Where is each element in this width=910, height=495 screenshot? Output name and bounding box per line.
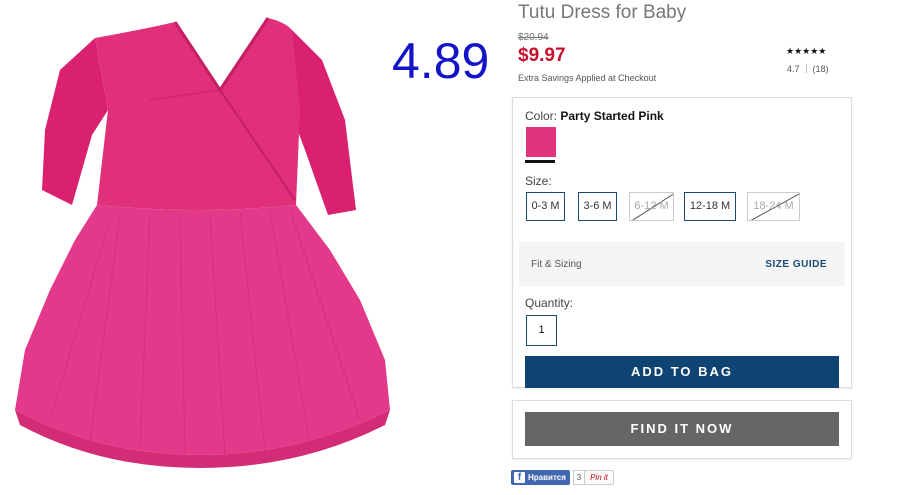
- size-option-3-6m[interactable]: 3-6 M: [578, 192, 617, 221]
- size-option-18-24m: 18-24 M: [747, 192, 800, 221]
- savings-note: Extra Savings Applied at Checkout: [518, 73, 657, 83]
- sale-price: $9.97: [518, 45, 566, 66]
- size-label: Size:: [525, 174, 552, 188]
- rating-summary[interactable]: 4.7 (18): [787, 64, 829, 74]
- size-option-6-12m: 6-12 M: [629, 192, 674, 221]
- rating-value: 4.7: [787, 64, 800, 74]
- purchase-options-panel: Color: Party Started Pink Size: 0-3 M 3-…: [512, 97, 852, 388]
- swatch-selected-indicator: [525, 160, 555, 163]
- size-option-label: 12-18 M: [689, 200, 731, 212]
- facebook-icon: f: [514, 472, 525, 483]
- size-option-0-3m[interactable]: 0-3 M: [526, 192, 565, 221]
- size-option-label: 6-12 M: [634, 200, 669, 212]
- size-option-label: 18-24 M: [753, 200, 794, 212]
- color-row: Color: Party Started Pink: [525, 109, 664, 123]
- quantity-label: Quantity:: [525, 296, 574, 310]
- rating-stars-icon[interactable]: ★★★★★: [786, 46, 826, 57]
- quantity-input[interactable]: 1: [526, 315, 557, 346]
- product-image: [0, 0, 400, 490]
- review-count[interactable]: (18): [813, 64, 829, 74]
- pink-tutu-dress-image: [15, 17, 390, 468]
- fit-sizing-bar: Fit & Sizing SIZE GUIDE: [519, 242, 845, 286]
- fit-sizing-label: Fit & Sizing: [531, 259, 582, 270]
- pinterest-pin-button[interactable]: Pin it: [584, 470, 614, 485]
- original-price: $20.94: [518, 32, 549, 43]
- facebook-like-label: Нравится: [528, 473, 566, 482]
- add-to-bag-button[interactable]: ADD TO BAG: [525, 356, 839, 388]
- size-option-12-18m[interactable]: 12-18 M: [684, 192, 736, 221]
- rating-divider: [805, 64, 807, 73]
- size-guide-link[interactable]: SIZE GUIDE: [765, 259, 827, 270]
- facebook-like-button[interactable]: f Нравится: [511, 470, 570, 485]
- overlay-price: 4.89: [392, 33, 490, 89]
- color-label: Color:: [525, 109, 558, 123]
- color-value: Party Started Pink: [560, 109, 664, 123]
- color-swatch[interactable]: [526, 127, 556, 157]
- find-it-now-panel: FIND IT NOW: [512, 400, 852, 459]
- size-option-label: 0-3 M: [531, 200, 560, 212]
- product-title: Tutu Dress for Baby: [518, 2, 687, 23]
- find-it-now-button[interactable]: FIND IT NOW: [525, 412, 839, 446]
- size-option-label: 3-6 M: [583, 200, 612, 212]
